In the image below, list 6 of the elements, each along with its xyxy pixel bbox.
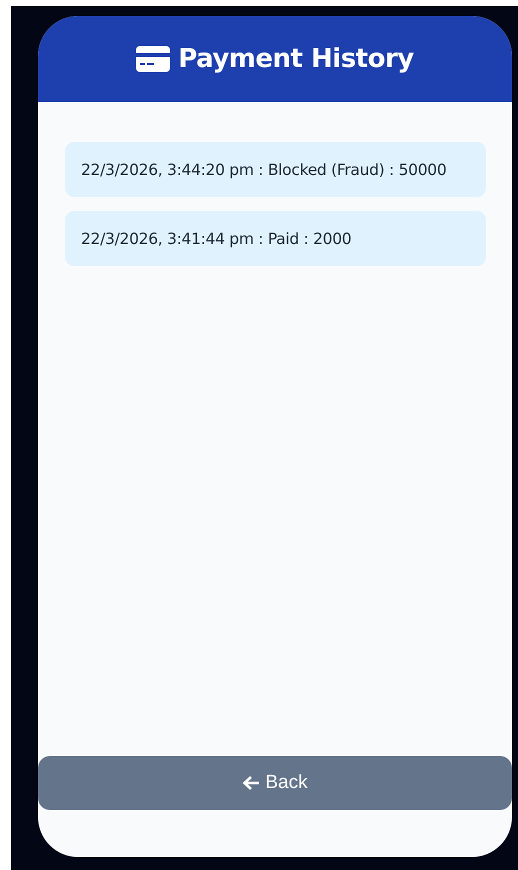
back-button[interactable]: Back <box>38 756 512 810</box>
arrow-left-icon <box>242 775 260 791</box>
payment-entry: 22/3/2026, 3:44:20 pm : Blocked (Fraud) : 50000 <box>65 142 486 197</box>
payment-entry: 22/3/2026, 3:41:44 pm : Paid : 2000 <box>65 211 486 266</box>
credit-card-icon <box>136 46 170 72</box>
page-title: Payment History <box>178 44 414 74</box>
